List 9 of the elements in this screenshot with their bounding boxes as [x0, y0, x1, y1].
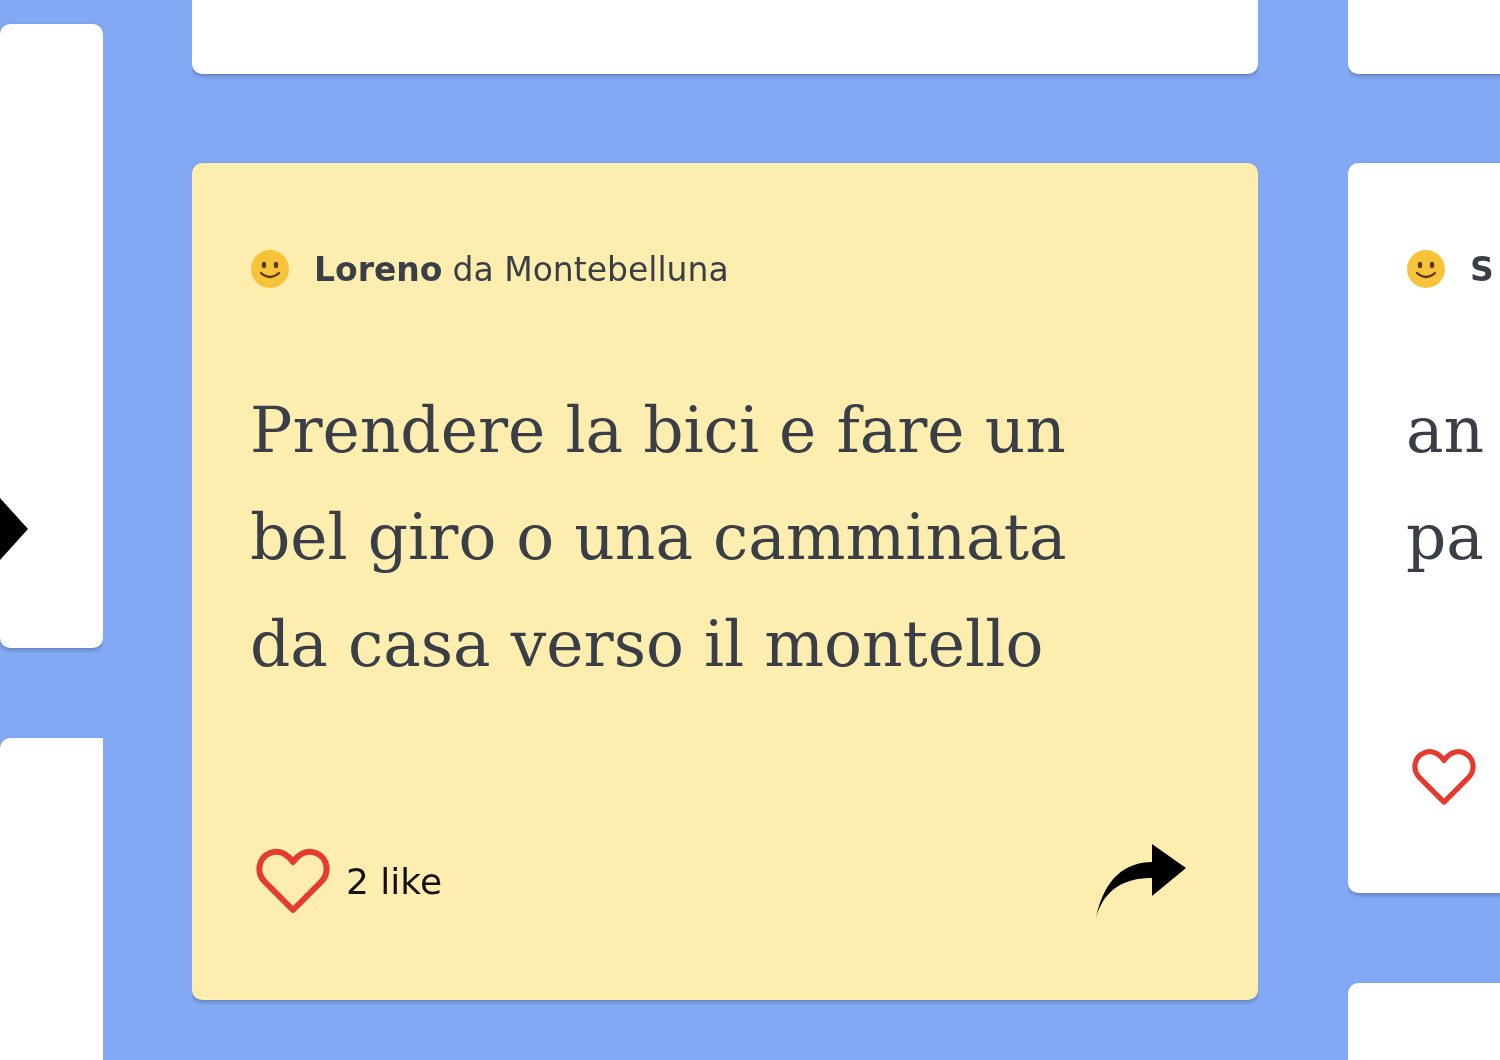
like-count: 2 like [346, 860, 443, 902]
heart-icon[interactable] [256, 847, 330, 915]
post-text: an pa [1406, 393, 1485, 576]
smiley-icon [250, 249, 290, 289]
author-name: S [1470, 249, 1494, 289]
smiley-icon [1406, 249, 1446, 289]
post-text: Prendere la bici e fare un bel giro o una camminata da casa verso il montello [250, 393, 1067, 683]
author-name: Loreno [314, 249, 443, 289]
author-place: da Montebelluna [452, 249, 729, 289]
